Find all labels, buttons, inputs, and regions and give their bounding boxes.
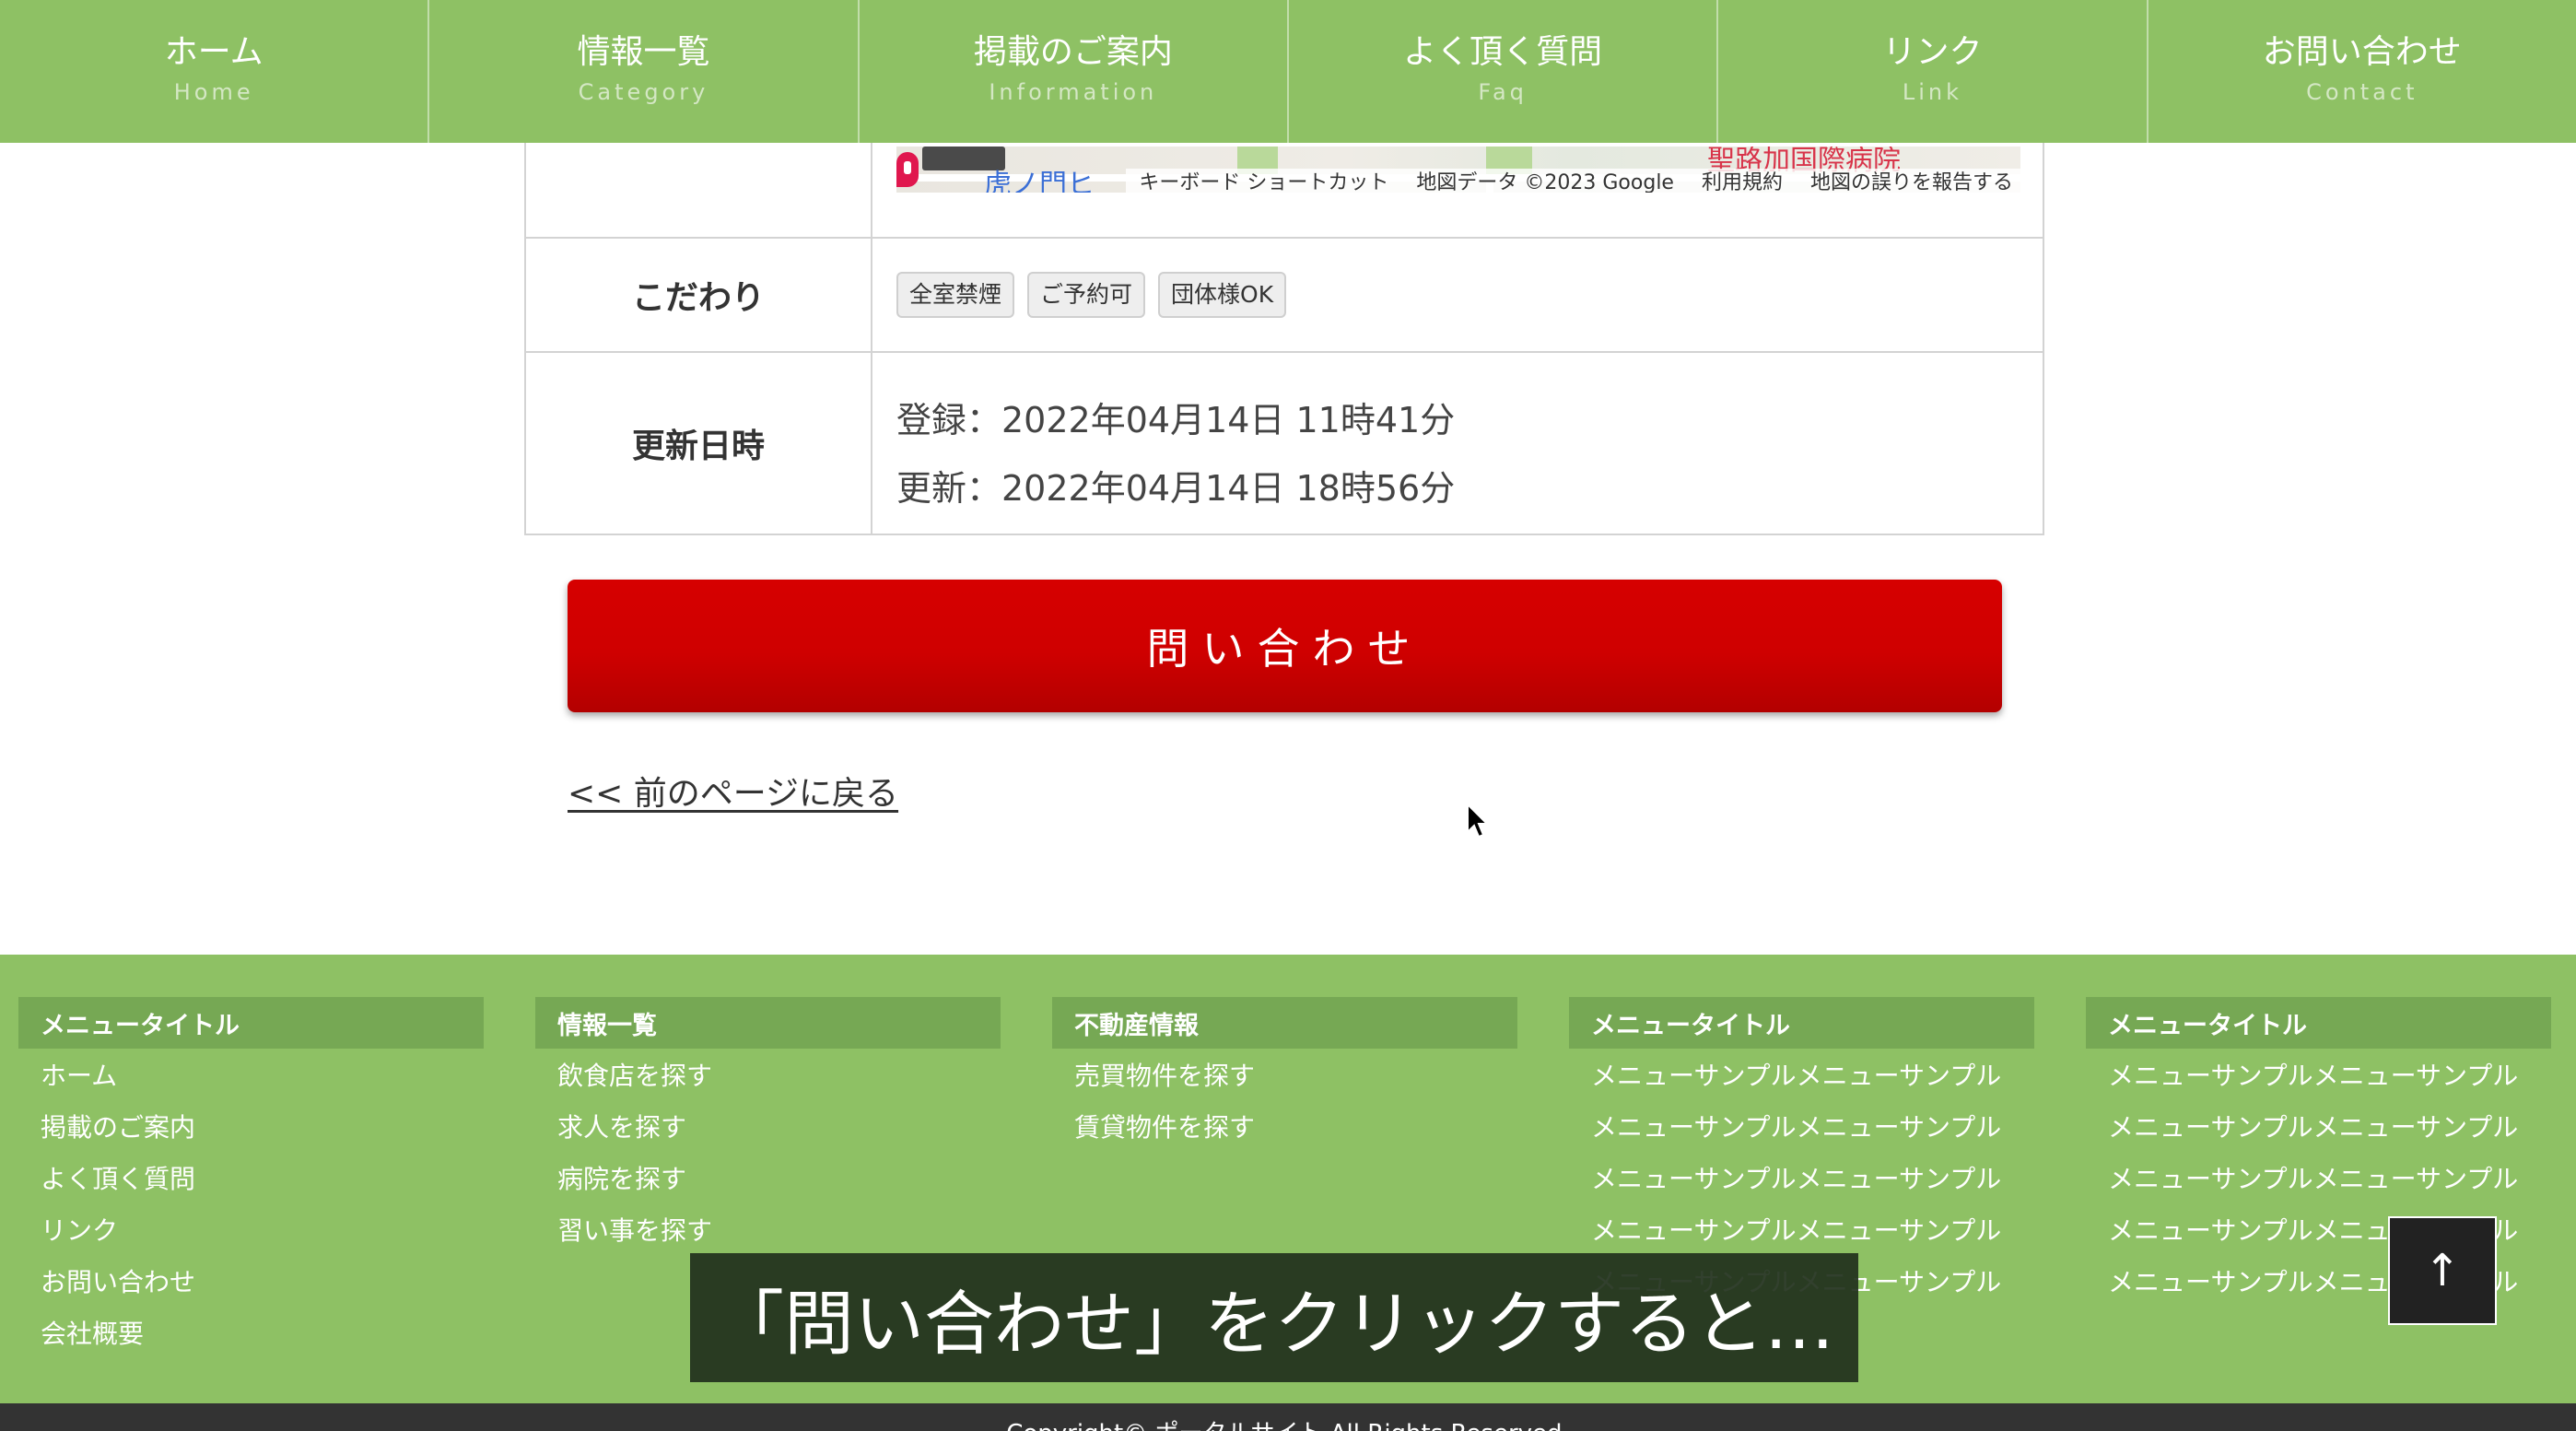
nav-item-faq[interactable]: よく頂く質問 Faq <box>1289 0 1719 143</box>
arrow-up-icon: ↑ <box>2423 1245 2462 1296</box>
footer-link-information[interactable]: 掲載のご案内 <box>18 1100 484 1152</box>
updated-row: 更新日時 登録：2022年04月14日 11時41分 更新：2022年04月14… <box>526 353 2043 534</box>
map-terms-link[interactable]: 利用規約 <box>1702 166 1783 193</box>
footer-column-title: 不動産情報 <box>1052 997 1517 1049</box>
nav-label: お問い合わせ <box>2262 32 2462 71</box>
nav-item-contact[interactable]: お問い合わせ Contact <box>2149 0 2576 143</box>
contact-button[interactable]: 問い合わせ <box>568 580 2002 712</box>
copyright-bar: Copyright© ポータルサイト All Rights Reserved. <box>0 1403 2576 1431</box>
nav-label: 情報一覧 <box>577 32 710 71</box>
footer-link-faq[interactable]: よく頂く質問 <box>18 1152 484 1203</box>
feature-tag-reservation: ご予約可 <box>1027 272 1146 318</box>
nav-label: リンク <box>1882 32 1983 71</box>
map-keyboard-shortcuts[interactable]: キーボード ショートカット <box>1139 166 1388 193</box>
embedded-map[interactable]: 虎ノ門ヒ 聖路加国際病院 キーボード ショートカット 地図データ ©2023 G… <box>896 147 2020 193</box>
map-attribution: キーボード ショートカット 地図データ ©2023 Google 利用規約 地図… <box>1126 169 2020 193</box>
top-navigation: ホーム Home 情報一覧 Category 掲載のご案内 Informatio… <box>0 0 2576 143</box>
updated-header: 更新日時 <box>526 353 872 534</box>
nav-item-link[interactable]: リンク Link <box>1718 0 2149 143</box>
footer-link-company[interactable]: 会社概要 <box>18 1307 484 1358</box>
footer-column-category: 情報一覧 飲食店を探す 求人を探す 病院を探す 習い事を探す <box>535 997 1001 1255</box>
nav-sublabel: Faq <box>1478 79 1528 106</box>
updated-cell: 登録：2022年04月14日 11時41分 更新：2022年04月14日 18時… <box>872 353 2043 534</box>
footer-column-menu: メニュータイトル ホーム 掲載のご案内 よく頂く質問 リンク お問い合わせ 会社… <box>18 997 484 1358</box>
features-cell: 全室禁煙 ご予約可 団体様OK <box>872 239 2043 351</box>
nav-label: 掲載のご案内 <box>973 32 1173 71</box>
footer-column-title: メニュータイトル <box>2086 997 2551 1049</box>
registered-date: 登録：2022年04月14日 11時41分 <box>896 400 1456 440</box>
nav-item-home[interactable]: ホーム Home <box>0 0 430 143</box>
features-row: こだわり 全室禁煙 ご予約可 団体様OK <box>526 239 2043 353</box>
feature-tag-no-smoking: 全室禁煙 <box>896 272 1015 318</box>
nav-label: ホーム <box>164 32 263 71</box>
footer-link-lessons[interactable]: 習い事を探す <box>535 1203 1001 1255</box>
footer-link-sample[interactable]: メニューサンプルメニューサンプル <box>2086 1100 2551 1152</box>
footer-link-sample[interactable]: メニューサンプルメニューサンプル <box>1569 1049 2034 1100</box>
features-header: こだわり <box>526 239 872 351</box>
nav-sublabel: Information <box>989 79 1158 106</box>
map-row-header <box>526 143 872 237</box>
footer-link-sample[interactable]: メニューサンプルメニューサンプル <box>1569 1152 2034 1203</box>
video-subtitle: 「問い合わせ」をクリックすると… <box>690 1253 1858 1382</box>
nav-sublabel: Link <box>1902 79 1963 106</box>
footer-link-home[interactable]: ホーム <box>18 1049 484 1100</box>
footer-link-sample[interactable]: メニューサンプルメニューサンプル <box>2086 1049 2551 1100</box>
footer-column-title: 情報一覧 <box>535 997 1001 1049</box>
nav-sublabel: Category <box>578 79 709 106</box>
footer-link-contact[interactable]: お問い合わせ <box>18 1255 484 1307</box>
footer-column-real-estate: 不動産情報 売買物件を探す 賃貸物件を探す <box>1052 997 1517 1152</box>
footer-link-restaurants[interactable]: 飲食店を探す <box>535 1049 1001 1100</box>
detail-table: 虎ノ門ヒ 聖路加国際病院 キーボード ショートカット 地図データ ©2023 G… <box>524 143 2044 535</box>
map-station-label: 虎ノ門ヒ <box>984 169 1095 193</box>
footer-link-sample[interactable]: メニューサンプルメニューサンプル <box>2086 1152 2551 1203</box>
modified-date: 更新：2022年04月14日 18時56分 <box>896 468 1456 509</box>
map-data-credit: 地図データ ©2023 Google <box>1416 171 1674 193</box>
nav-item-information[interactable]: 掲載のご案内 Information <box>860 0 1289 143</box>
footer-column-title: メニュータイトル <box>18 997 484 1049</box>
footer-link-sample[interactable]: メニューサンプルメニューサンプル <box>1569 1100 2034 1152</box>
feature-tag-groups: 団体様OK <box>1158 272 1287 318</box>
footer-link-sale-properties[interactable]: 売買物件を探す <box>1052 1049 1517 1100</box>
footer-column-title: メニュータイトル <box>1569 997 2034 1049</box>
copyright-text: Copyright© ポータルサイト All Rights Reserved. <box>0 1414 2576 1431</box>
footer-link-hospitals[interactable]: 病院を探す <box>535 1152 1001 1203</box>
back-link[interactable]: << 前のページに戻る <box>568 767 898 815</box>
map-pin-icon <box>896 152 919 187</box>
mouse-cursor-icon <box>1467 803 1488 839</box>
nav-sublabel: Home <box>173 79 254 106</box>
map-report-link[interactable]: 地図の誤りを報告する <box>1810 166 2013 193</box>
map-cell: 虎ノ門ヒ 聖路加国際病院 キーボード ショートカット 地図データ ©2023 G… <box>872 143 2043 237</box>
nav-label: よく頂く質問 <box>1403 32 1603 71</box>
map-row: 虎ノ門ヒ 聖路加国際病院 キーボード ショートカット 地図データ ©2023 G… <box>526 143 2043 239</box>
back-to-top-button[interactable]: ↑ <box>2388 1216 2497 1325</box>
footer-link-rental-properties[interactable]: 賃貸物件を探す <box>1052 1100 1517 1152</box>
footer-link-link[interactable]: リンク <box>18 1203 484 1255</box>
footer-link-jobs[interactable]: 求人を探す <box>535 1100 1001 1152</box>
nav-item-category[interactable]: 情報一覧 Category <box>429 0 860 143</box>
feature-tags: 全室禁煙 ご予約可 団体様OK <box>896 239 1287 351</box>
footer-link-sample[interactable]: メニューサンプルメニューサンプル <box>1569 1203 2034 1255</box>
nav-sublabel: Contact <box>2306 79 2418 106</box>
